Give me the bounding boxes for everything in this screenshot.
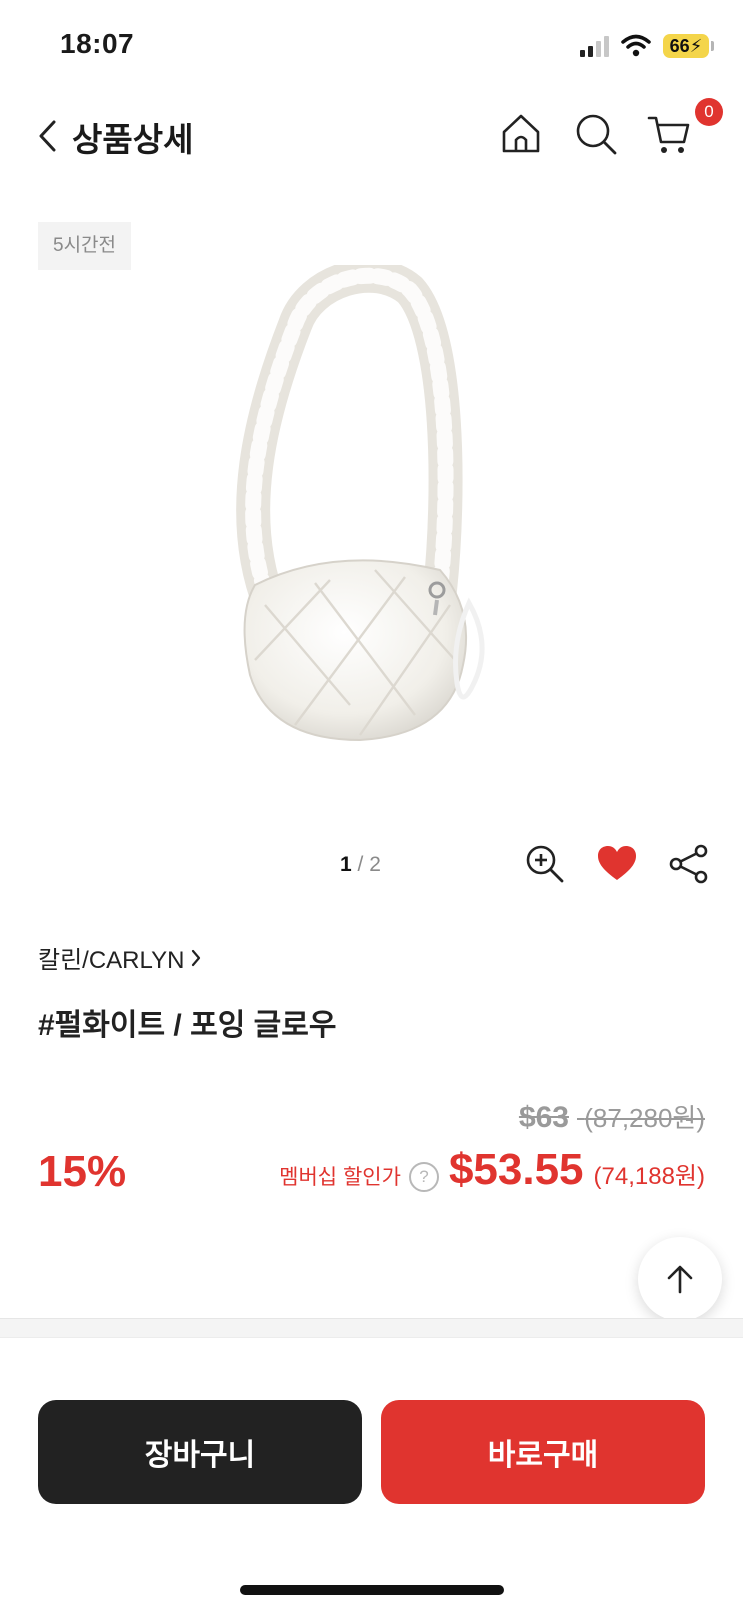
posted-time-chip: 5시간전 <box>38 222 132 270</box>
share-icon[interactable] <box>668 843 710 885</box>
member-price-label: 멤버십 할인가 <box>279 1166 401 1189</box>
page-title: 상품상세 <box>72 121 194 158</box>
status-indicators: 66 ⚡ <box>580 32 714 60</box>
heart-icon[interactable] <box>596 843 638 885</box>
original-price-krw: (87,280원) <box>584 1103 705 1133</box>
cellular-signal-icon <box>580 35 609 57</box>
member-price-row: 멤버십 할인가 ? $53.55 (74,188원) <box>279 1145 705 1195</box>
discount-rate: 15% <box>38 1147 127 1196</box>
home-icon[interactable] <box>497 110 545 158</box>
section-divider <box>0 1318 743 1339</box>
search-icon[interactable] <box>572 110 620 158</box>
original-price: $63 (87,280원) <box>519 1098 705 1135</box>
wifi-icon <box>621 34 651 57</box>
cart-count-badge: 0 <box>695 98 723 126</box>
help-icon[interactable]: ? <box>408 1162 439 1192</box>
cart-icon[interactable] <box>646 110 694 158</box>
back-icon[interactable] <box>34 116 64 156</box>
product-image[interactable] <box>225 265 525 765</box>
sale-price-usd: $53.55 <box>448 1145 584 1194</box>
product-name: #펄화이트 / 포잉 글로우 <box>38 1009 337 1042</box>
buy-now-button[interactable]: 바로구매 <box>381 1400 705 1504</box>
status-time: 18:07 <box>60 28 135 59</box>
chevron-right-icon <box>192 949 201 966</box>
battery-icon: 66 ⚡ <box>663 34 714 58</box>
original-price-usd: $63 <box>518 1101 569 1134</box>
add-to-cart-button[interactable]: 장바구니 <box>38 1400 362 1504</box>
brand-link[interactable]: 칼린/CARLYN <box>38 940 202 975</box>
zoom-in-icon[interactable] <box>524 843 566 885</box>
sale-price-krw: (74,188원) <box>593 1163 705 1190</box>
brand-name: 칼린/CARLYN <box>38 947 185 974</box>
arrow-up-icon <box>667 1265 693 1294</box>
home-indicator <box>240 1585 504 1595</box>
pager-current: 1 <box>340 853 352 876</box>
pager-total: / 2 <box>357 853 381 876</box>
scroll-top-button[interactable] <box>638 1237 722 1321</box>
image-pager: 1 / 2 <box>340 853 381 877</box>
